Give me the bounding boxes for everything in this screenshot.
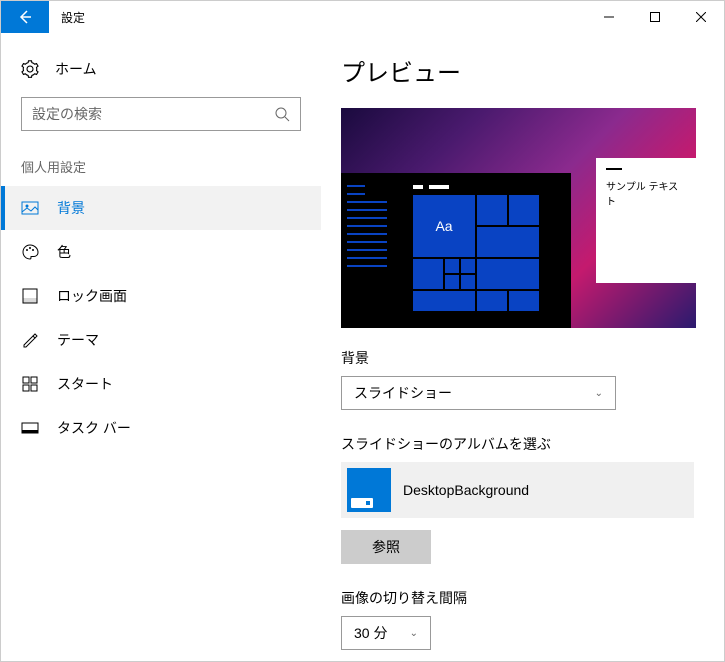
album-thumb — [347, 468, 391, 512]
titlebar: 設定 — [1, 1, 724, 33]
close-button[interactable] — [678, 1, 724, 33]
sidebar-item-themes[interactable]: テーマ — [1, 318, 321, 362]
picture-icon — [21, 199, 39, 217]
interval-label: 画像の切り替え間隔 — [341, 588, 694, 608]
window-title: 設定 — [49, 1, 586, 33]
nav-label: テーマ — [57, 330, 99, 350]
arrow-left-icon — [17, 9, 33, 25]
desktop-preview: Aa サンプル テキスト — [341, 108, 696, 328]
interval-value: 30 分 — [354, 623, 387, 643]
browse-button[interactable]: 参照 — [341, 530, 431, 564]
main-content: プレビュー Aa — [321, 33, 724, 661]
background-value: スライドショー — [354, 383, 452, 403]
minimize-button[interactable] — [586, 1, 632, 33]
sidebar-item-lockscreen[interactable]: ロック画面 — [1, 274, 321, 318]
search-icon — [274, 106, 290, 122]
start-icon — [21, 375, 39, 393]
lockscreen-icon — [21, 287, 39, 305]
chevron-down-icon: ⌄ — [595, 388, 603, 399]
preview-start-window: Aa — [341, 173, 571, 328]
album-name: DesktopBackground — [403, 482, 529, 498]
sidebar-item-home[interactable]: ホーム — [1, 49, 321, 89]
sample-text-card: サンプル テキスト — [596, 158, 696, 283]
nav-label: スタート — [57, 374, 113, 394]
interval-dropdown[interactable]: 30 分 ⌄ — [341, 616, 431, 650]
nav-label: ロック画面 — [57, 286, 127, 306]
taskbar-icon — [21, 419, 39, 437]
chevron-down-icon: ⌄ — [410, 628, 418, 639]
home-label: ホーム — [55, 59, 97, 79]
maximize-button[interactable] — [632, 1, 678, 33]
nav-label: 色 — [57, 242, 71, 262]
window-controls — [586, 1, 724, 33]
back-button[interactable] — [1, 1, 49, 33]
background-label: 背景 — [341, 348, 694, 368]
sidebar-item-background[interactable]: 背景 — [1, 186, 321, 230]
background-dropdown[interactable]: スライドショー ⌄ — [341, 376, 616, 410]
section-header: 個人用設定 — [1, 147, 321, 186]
search-input[interactable]: 設定の検索 — [21, 97, 301, 131]
gear-icon — [21, 60, 39, 78]
aa-tile: Aa — [413, 195, 475, 257]
sidebar-item-taskbar[interactable]: タスク バー — [1, 406, 321, 450]
palette-icon — [21, 243, 39, 261]
album-row[interactable]: DesktopBackground — [341, 462, 694, 518]
nav-label: タスク バー — [57, 418, 131, 438]
sidebar-item-start[interactable]: スタート — [1, 362, 321, 406]
page-title: プレビュー — [341, 53, 694, 88]
sidebar-item-colors[interactable]: 色 — [1, 230, 321, 274]
nav-label: 背景 — [57, 198, 85, 218]
sample-text: サンプル テキスト — [606, 182, 678, 208]
sidebar: ホーム 設定の検索 個人用設定 背景 色 ロック画面 テーマ スタート — [1, 33, 321, 661]
search-placeholder: 設定の検索 — [32, 104, 102, 124]
theme-icon — [21, 331, 39, 349]
album-label: スライドショーのアルバムを選ぶ — [341, 434, 694, 454]
